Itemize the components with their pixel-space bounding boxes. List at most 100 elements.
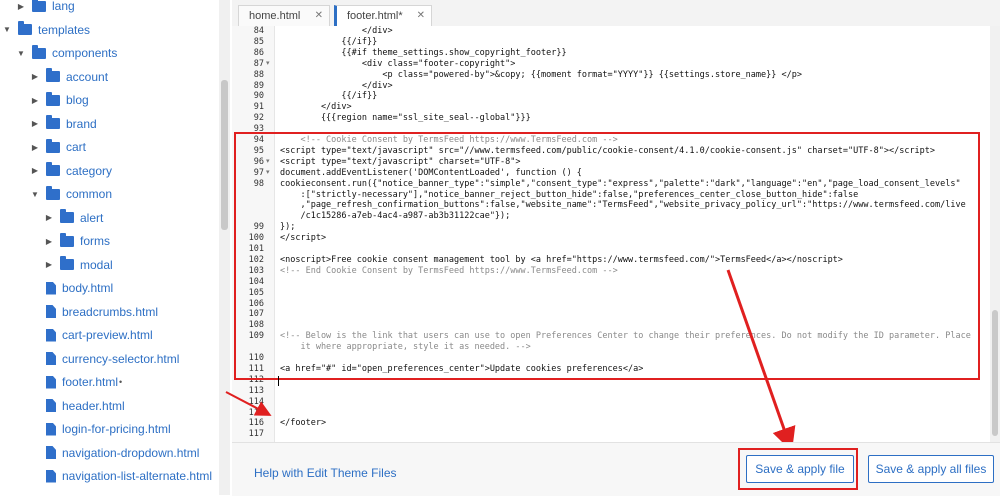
sidebar-item[interactable]: ▶ blog [30,90,89,110]
sidebar-item[interactable]: ▶ lang [16,0,75,16]
code-line: {{/if}} [280,91,378,102]
sidebar-item[interactable]: login-for-pricing.html [30,419,171,439]
sidebar-item-label: modal [80,257,113,272]
tab-label: home.html [249,10,301,22]
editor-scrollbar-thumb[interactable] [992,310,998,436]
sidebar-item-label: common [66,187,113,201]
code-line: <div class="footer-copyright"> [280,58,516,69]
sidebar-item[interactable]: ▶ category [30,161,112,181]
code-line: {{#if theme_settings.show_copyright_foot… [280,47,567,58]
caret-right-icon[interactable]: ▶ [44,213,54,222]
close-icon[interactable]: ✕ [417,10,425,21]
caret-right-icon[interactable]: ▶ [30,166,40,175]
sidebar-item[interactable]: ▼ components [16,43,117,63]
sidebar-item[interactable]: ▼ templates [2,20,90,40]
sidebar-item[interactable]: ▼ common [30,184,112,204]
code-line: </div> [280,80,393,91]
file-icon [46,375,56,389]
file-icon [46,422,56,436]
sidebar-item[interactable]: currency-selector.html [30,349,179,369]
sidebar-item[interactable]: footer.html • [30,372,122,392]
code-line: </div> [280,26,393,36]
caret-right-icon[interactable]: ▶ [30,119,40,128]
caret-right-icon[interactable]: ▶ [30,143,40,152]
tab-home-html[interactable]: home.html ✕ [238,5,330,26]
line-number: 89 [253,80,264,91]
save-apply-all-button[interactable]: Save & apply all files [868,455,994,483]
sidebar-item[interactable]: navigation-list-alternate.html [30,466,212,486]
file-icon [46,328,56,342]
sidebar-item-label: lang [52,0,75,13]
sidebar-scrollbar-thumb[interactable] [221,80,228,230]
sidebar-item-label: components [52,46,118,60]
line-number: 90 [253,91,264,102]
sidebar-item-label: footer.html [62,375,119,389]
sidebar-item-label: currency-selector.html [62,351,180,366]
sidebar-item[interactable]: ▶ account [30,67,108,87]
tab-label: footer.html* [347,10,403,22]
caret-down-icon[interactable]: ▼ [30,190,40,199]
file-icon [46,446,56,459]
line-number: 85 [253,36,264,47]
folder-icon [32,0,46,12]
line-number: 115 [248,407,264,418]
code-line: {{{region name="ssl_site_seal--global"}}… [280,113,531,124]
sidebar-item-label: login-for-pricing.html [62,422,171,436]
line-number: 84 [253,26,264,36]
sidebar-item-label: blog [66,93,89,107]
file-icon [46,469,56,483]
sidebar-item-label: body.html [62,281,114,295]
sidebar-item[interactable]: ▶ modal [44,255,113,275]
sidebar-item-label: account [66,69,109,84]
line-number: 117 [248,429,264,440]
caret-right-icon[interactable]: ▶ [30,72,40,81]
folder-icon [60,232,74,247]
line-number: 114 [248,396,264,407]
line-number: 88 [253,69,264,80]
sidebar-item-label: alert [80,210,104,225]
editor-tab-bar: home.html ✕ footer.html* ✕ [232,0,1000,27]
sidebar-item-label: header.html [62,398,125,413]
file-tree-sidebar: ▶ lang ▼ templates ▼ components ▶ account ▶ blog ▶… [0,0,218,495]
caret-down-icon[interactable]: ▼ [16,49,26,58]
sidebar-item[interactable]: ▶ brand [30,114,97,134]
sidebar-item-label: forms [80,234,110,248]
help-link[interactable]: Help with Edit Theme Files [254,466,397,480]
sidebar-item[interactable]: ▶ alert [44,208,103,228]
tab-footer-html[interactable]: footer.html* ✕ [334,5,432,26]
caret-right-icon[interactable]: ▶ [30,96,40,105]
code-line: <p class="powered-by">&copy; {{moment fo… [280,69,802,80]
code-highlight-box [234,132,980,380]
sidebar-item[interactable]: ▶ forms [44,231,110,251]
caret-down-icon[interactable]: ▼ [2,25,12,34]
sidebar-item-label: cart-preview.html [62,328,153,342]
line-number: 92 [253,113,264,124]
sidebar-item[interactable]: body.html [30,278,113,298]
sidebar-item[interactable]: header.html [30,396,125,416]
code-line: </div> [280,102,352,113]
file-icon [46,352,56,365]
caret-right-icon[interactable]: ▶ [44,237,54,246]
caret-right-icon[interactable]: ▶ [44,260,54,269]
sidebar-item[interactable]: ▶ cart [30,137,86,157]
sidebar-item[interactable]: cart-preview.html [30,325,153,345]
folder-icon [46,91,60,106]
sidebar-item[interactable]: breadcrumbs.html [30,302,158,322]
text-cursor [278,376,279,386]
sidebar-item-label: cart [66,140,87,154]
caret-right-icon[interactable]: ▶ [16,2,26,11]
save-apply-file-button[interactable]: Save & apply file [746,455,854,483]
modified-indicator: • [119,377,123,387]
close-icon[interactable]: ✕ [315,10,323,21]
folder-icon [60,256,74,270]
line-number: 113 [248,385,264,396]
sidebar-item[interactable]: navigation-dropdown.html [30,443,199,463]
sidebar-scrollbar[interactable] [219,0,230,495]
code-line: {{/if}} [280,36,378,47]
folder-icon [18,21,32,35]
fold-toggle-icon[interactable]: ▾ [266,59,270,67]
line-number: 87 [253,58,264,69]
folder-icon [32,44,46,59]
file-icon [46,399,56,412]
sidebar-item-label: templates [38,22,91,37]
